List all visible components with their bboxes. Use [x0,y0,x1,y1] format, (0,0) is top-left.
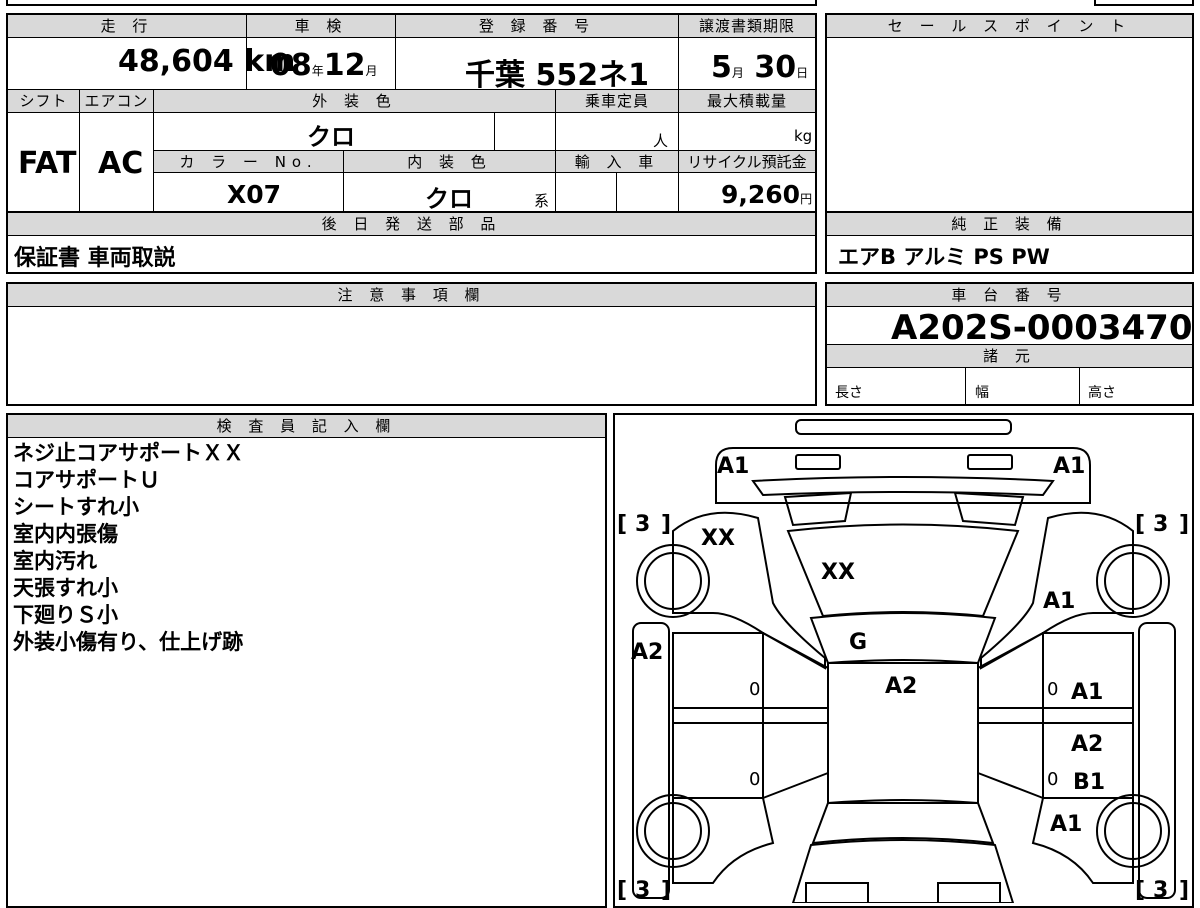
exterior-color-header: 外 装 色 [154,90,555,113]
mark-side-left: A2 [631,640,663,665]
sale-points-box [825,13,1194,213]
mark-front-right: A1 [1053,454,1085,479]
chassis-header: 車 台 番 号 [827,284,1192,307]
inspector-note-line: 外装小傷有り、仕上げ跡 [13,630,244,654]
recycle-value: 9,260円 [721,180,813,209]
mileage-value: 48,604 km [118,44,296,79]
tire-tr-depth: 3 [1153,512,1168,537]
zero-right-front: 0 [1047,679,1058,700]
mark-rear-door-right-b: B1 [1073,770,1105,795]
notes-header: 注 意 事 項 欄 [8,284,815,307]
svg-text:]: ] [661,878,671,903]
svg-text:[: [ [617,878,627,903]
inspector-notes: ネジ止コアサポートＸＸ コアサポートＵ シートすれ小 室内内張傷室内汚れ天張すれ小下廻… [13,440,244,656]
inspector-note-line: コアサポートＵ [13,468,160,492]
svg-text:[: [ [1135,512,1145,537]
inspector-note-line: 下廻りＳ小 [13,603,118,627]
mark-hood: XX [821,560,855,585]
later-parts-header: 後 日 発 送 部 品 [8,213,815,236]
svg-text:]: ] [1179,878,1189,903]
equipment-value: エアB アルミ PS PW [838,245,1050,269]
inspector-note-line: ネジ止コアサポートＸＸ [13,441,244,465]
aircon-header: エアコン [80,90,153,113]
mark-fender-right: A1 [1043,589,1075,614]
vehicle-info-table [6,13,817,213]
interior-color-value: クロ [425,185,473,213]
spec-length-label: 長さ [835,385,863,401]
tire-bl-depth: 3 [635,878,650,903]
mark-roof: A2 [885,674,917,699]
recycle-header: リサイクル預託金 [679,151,815,173]
aircon-value: AC [98,146,144,181]
later-parts-value: 保証書 車両取説 [14,246,176,271]
transfer-value: 5月 30日 [711,50,809,85]
mark-rear-quarter-right: A1 [1050,812,1082,837]
chassis-value: A202S-0003470 [891,308,1193,348]
capacity-unit: 人 [653,132,669,150]
zero-right-rear: 0 [1047,769,1058,790]
inspector-header: 検 査 員 記 入 欄 [8,415,605,438]
mark-windshield: G [849,630,867,655]
shift-header: シフト [8,90,79,113]
car-diagram: [3] [3] [3] [3] A1 A1 XX XX A1 G A2 A2 A… [617,419,1189,903]
registration-value: 千葉 552ネ1 [465,58,649,93]
svg-text:]: ] [1179,512,1189,537]
max-load-header: 最大積載量 [679,90,815,113]
mark-front-left: A1 [717,454,749,479]
inspector-note-line: 室内内張傷 [13,522,118,546]
inspector-note-line: シートすれ小 [13,495,139,519]
zero-left-front: 0 [749,679,760,700]
import-header: 輸 入 車 [556,151,678,173]
zero-left-rear: 0 [749,769,760,790]
specs-header: 諸 元 [827,345,1192,368]
spec-width-label: 幅 [975,385,989,401]
tire-br-depth: 3 [1153,878,1168,903]
inspector-note-line: 天張すれ小 [13,576,118,600]
inspection-header: 車 検 [247,15,395,38]
inspection-value: 08年12月 [270,48,378,83]
shift-value: FAT [18,146,77,181]
svg-text:[: [ [1135,878,1145,903]
capacity-header: 乗車定員 [556,90,678,113]
svg-text:[: [ [617,512,627,537]
mark-rear-door-right: A2 [1071,732,1103,757]
top-strip [6,0,817,6]
color-no-value: X07 [227,180,282,209]
exterior-color-value: クロ [307,123,355,151]
max-load-unit: kg [794,127,813,145]
mark-fender-left: XX [701,526,735,551]
svg-text:]: ] [661,512,671,537]
interior-color-header: 内 装 色 [344,151,555,173]
mileage-header: 走 行 [8,15,246,38]
transfer-header: 譲渡書類期限 [679,15,815,38]
tire-tl-depth: 3 [635,512,650,537]
inspector-note-line: 室内汚れ [13,549,97,573]
mark-front-door-right: A1 [1071,680,1103,705]
top-strip-right [1094,0,1194,6]
color-no-header: カ ラ ー No. [154,151,343,173]
interior-color-suffix: 系 [534,192,550,210]
equipment-header: 純 正 装 備 [827,213,1192,236]
sale-points-header: セ ー ル ス ポ イ ン ト [827,15,1192,38]
spec-height-label: 高さ [1088,385,1116,401]
registration-header: 登 録 番 号 [396,15,678,38]
